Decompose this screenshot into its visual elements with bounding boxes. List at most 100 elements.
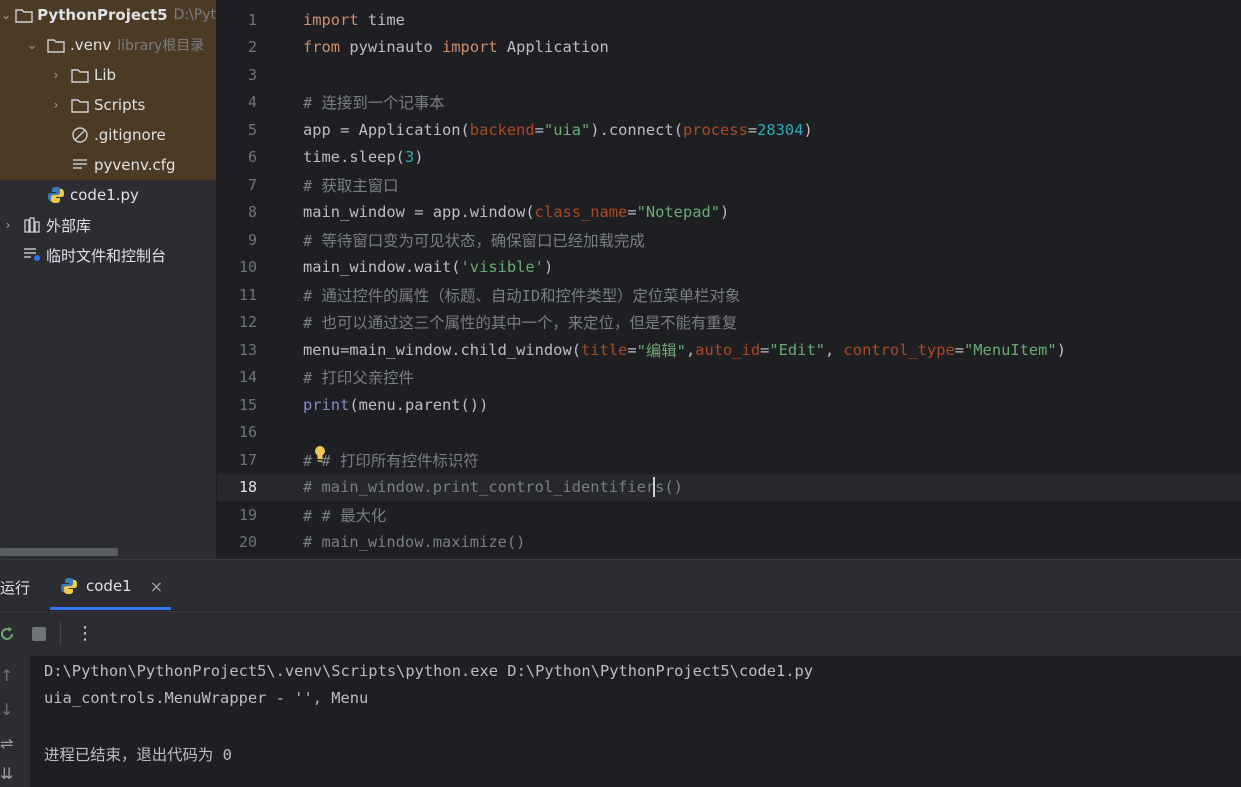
stop-icon[interactable] bbox=[32, 627, 46, 641]
code-token: # 连接到一个记事本 bbox=[303, 94, 445, 113]
code-token: "MenuItem" bbox=[964, 340, 1057, 359]
code-line[interactable]: 17 # # 打印所有控件标识符 bbox=[217, 446, 1241, 474]
code-line[interactable]: 10 main_window.wait('visible') bbox=[217, 254, 1241, 282]
tree-item-pythonproject5[interactable]: ⌄ PythonProject5 D:\Pyt bbox=[0, 0, 216, 30]
code-line[interactable]: 15 print (menu.parent()) bbox=[217, 391, 1241, 419]
tree-item-label: pyvenv.cfg bbox=[94, 156, 176, 174]
line-number[interactable]: 13 bbox=[217, 341, 303, 359]
line-number[interactable]: 7 bbox=[217, 176, 303, 194]
tree-item-hint: D:\Pyt bbox=[173, 7, 216, 23]
code-token: Application bbox=[497, 38, 609, 57]
chevron-down-icon[interactable]: ⌄ bbox=[1, 8, 11, 22]
tree-item-pyvenv-cfg[interactable]: pyvenv.cfg bbox=[0, 150, 216, 180]
line-number[interactable]: 19 bbox=[217, 506, 303, 524]
code-token: # main_window.maximize() bbox=[303, 533, 526, 552]
line-number[interactable]: 4 bbox=[217, 93, 303, 111]
scroll-down-icon[interactable]: ↓ bbox=[0, 700, 13, 719]
lightbulb-icon[interactable] bbox=[313, 445, 327, 463]
tree-item-[interactable]: 临时文件和控制台 bbox=[0, 240, 216, 270]
code-line[interactable]: 16 bbox=[217, 419, 1241, 447]
run-panel-title: 运行 bbox=[0, 579, 31, 597]
code-token: ) bbox=[720, 203, 730, 222]
code-line[interactable]: 6 time.sleep(3) bbox=[217, 144, 1241, 172]
line-number[interactable]: 17 bbox=[217, 451, 303, 469]
code-line[interactable]: 5 app = Application(backend = "uia").connec… bbox=[217, 116, 1241, 144]
run-tab-label: code1 bbox=[86, 577, 132, 595]
folder-icon bbox=[70, 66, 90, 84]
close-icon[interactable]: × bbox=[150, 577, 163, 596]
soft-wrap-icon[interactable]: ⇌ bbox=[0, 734, 13, 753]
chevron-right-icon[interactable]: › bbox=[50, 98, 62, 112]
code-line[interactable]: 14 # 打印父亲控件 bbox=[217, 364, 1241, 392]
rerun-icon[interactable] bbox=[0, 625, 16, 643]
code-line[interactable]: 9 # 等待窗口变为可见状态，确保窗口已经加载完成 bbox=[217, 226, 1241, 254]
tree-item-label: code1.py bbox=[70, 186, 139, 204]
line-number[interactable]: 6 bbox=[217, 148, 303, 166]
line-number[interactable]: 20 bbox=[217, 533, 303, 551]
code-line[interactable]: 20 # main_window.maximize() bbox=[217, 529, 1241, 557]
code-token: ) bbox=[803, 120, 813, 139]
line-number[interactable]: 8 bbox=[217, 203, 303, 221]
line-number[interactable]: 11 bbox=[217, 286, 303, 304]
sidebar-horizontal-scrollbar[interactable] bbox=[0, 548, 118, 556]
chevron-right-icon[interactable]: › bbox=[2, 218, 14, 232]
code-token: = bbox=[760, 340, 770, 359]
code-line[interactable]: 19 # # 最大化 bbox=[217, 501, 1241, 529]
code-line[interactable]: 18 # main_window.print_control_identifier… bbox=[217, 473, 1241, 501]
code-line[interactable]: 2 from pywinauto import Application bbox=[217, 34, 1241, 62]
code-line[interactable]: 4 # 连接到一个记事本 bbox=[217, 89, 1241, 117]
scroll-up-icon[interactable]: ↑ bbox=[0, 666, 13, 685]
code-token: auto_id bbox=[695, 340, 761, 359]
code-token: "Edit" bbox=[769, 340, 825, 359]
code-line[interactable]: 13 menu=main_window.child_window(title = "编… bbox=[217, 336, 1241, 364]
line-number[interactable]: 18 bbox=[217, 478, 303, 496]
code-token: print bbox=[303, 395, 350, 414]
console-output[interactable]: D:\Python\PythonProject5\.venv\Scripts\p… bbox=[30, 656, 1241, 787]
code-line[interactable]: 11 # 通过控件的属性（标题、自动ID和控件类型）定位菜单栏对象 bbox=[217, 281, 1241, 309]
line-number[interactable]: 3 bbox=[217, 66, 303, 84]
chevron-down-icon[interactable]: ⌄ bbox=[26, 38, 38, 52]
scroll-to-end-icon[interactable]: ⇊ bbox=[0, 764, 13, 783]
scratches-icon bbox=[22, 246, 42, 264]
line-number[interactable]: 9 bbox=[217, 231, 303, 249]
line-number[interactable]: 5 bbox=[217, 121, 303, 139]
code-token: title bbox=[580, 340, 628, 359]
tree-item-gitignore[interactable]: .gitignore bbox=[0, 120, 216, 150]
tree-item-lib[interactable]: › Lib bbox=[0, 60, 216, 90]
run-tab-code1[interactable]: code1 × bbox=[60, 566, 163, 606]
tree-item-[interactable]: › 外部库 bbox=[0, 210, 216, 240]
code-editor[interactable]: 1 import time 2 from pywinauto import Appli… bbox=[217, 0, 1241, 559]
code-line[interactable]: 7 # 获取主窗口 bbox=[217, 171, 1241, 199]
console-line: D:\Python\PythonProject5\.venv\Scripts\p… bbox=[44, 662, 814, 680]
code-line[interactable]: 3 bbox=[217, 61, 1241, 89]
code-token: ) bbox=[543, 258, 554, 277]
line-number[interactable]: 16 bbox=[217, 423, 303, 441]
tree-item-hint: library根目录 bbox=[117, 38, 205, 54]
code-line[interactable]: 12 # 也可以通过这三个属性的其中一个，来定位，但是不能有重复 bbox=[217, 309, 1241, 337]
line-number[interactable]: 12 bbox=[217, 313, 303, 331]
line-number[interactable]: 2 bbox=[217, 38, 303, 56]
chevron-right-icon[interactable]: › bbox=[50, 68, 62, 82]
code-token: import bbox=[303, 10, 359, 29]
code-line[interactable]: 1 import time bbox=[217, 6, 1241, 34]
text-caret bbox=[653, 477, 655, 497]
code-token: pywinauto bbox=[340, 38, 443, 57]
folder-icon bbox=[70, 96, 90, 114]
line-number[interactable]: 1 bbox=[217, 11, 303, 29]
run-panel-header bbox=[0, 560, 1241, 610]
code-token: menu=main_window.child_window( bbox=[303, 340, 581, 359]
line-number[interactable]: 15 bbox=[217, 396, 303, 414]
more-options-icon[interactable]: ⋮ bbox=[76, 622, 94, 646]
line-number[interactable]: 10 bbox=[217, 258, 303, 276]
tree-item-venv[interactable]: ⌄ .venv library根目录 bbox=[0, 30, 216, 60]
code-line[interactable]: 8 main_window = app.window(class_name = "No… bbox=[217, 199, 1241, 227]
tree-item-scripts[interactable]: › Scripts bbox=[0, 90, 216, 120]
code-token: main_window = app.window( bbox=[303, 203, 535, 222]
code-token: import bbox=[442, 38, 498, 57]
tree-item-code1-py[interactable]: code1.py bbox=[0, 180, 216, 210]
line-number[interactable]: 14 bbox=[217, 368, 303, 386]
code-token: from bbox=[303, 38, 341, 57]
code-token: class_name bbox=[534, 203, 628, 222]
code-token: # 也可以通过这三个属性的其中一个，来定位，但是不能有重复 bbox=[303, 314, 738, 333]
code-token: time bbox=[358, 10, 405, 29]
